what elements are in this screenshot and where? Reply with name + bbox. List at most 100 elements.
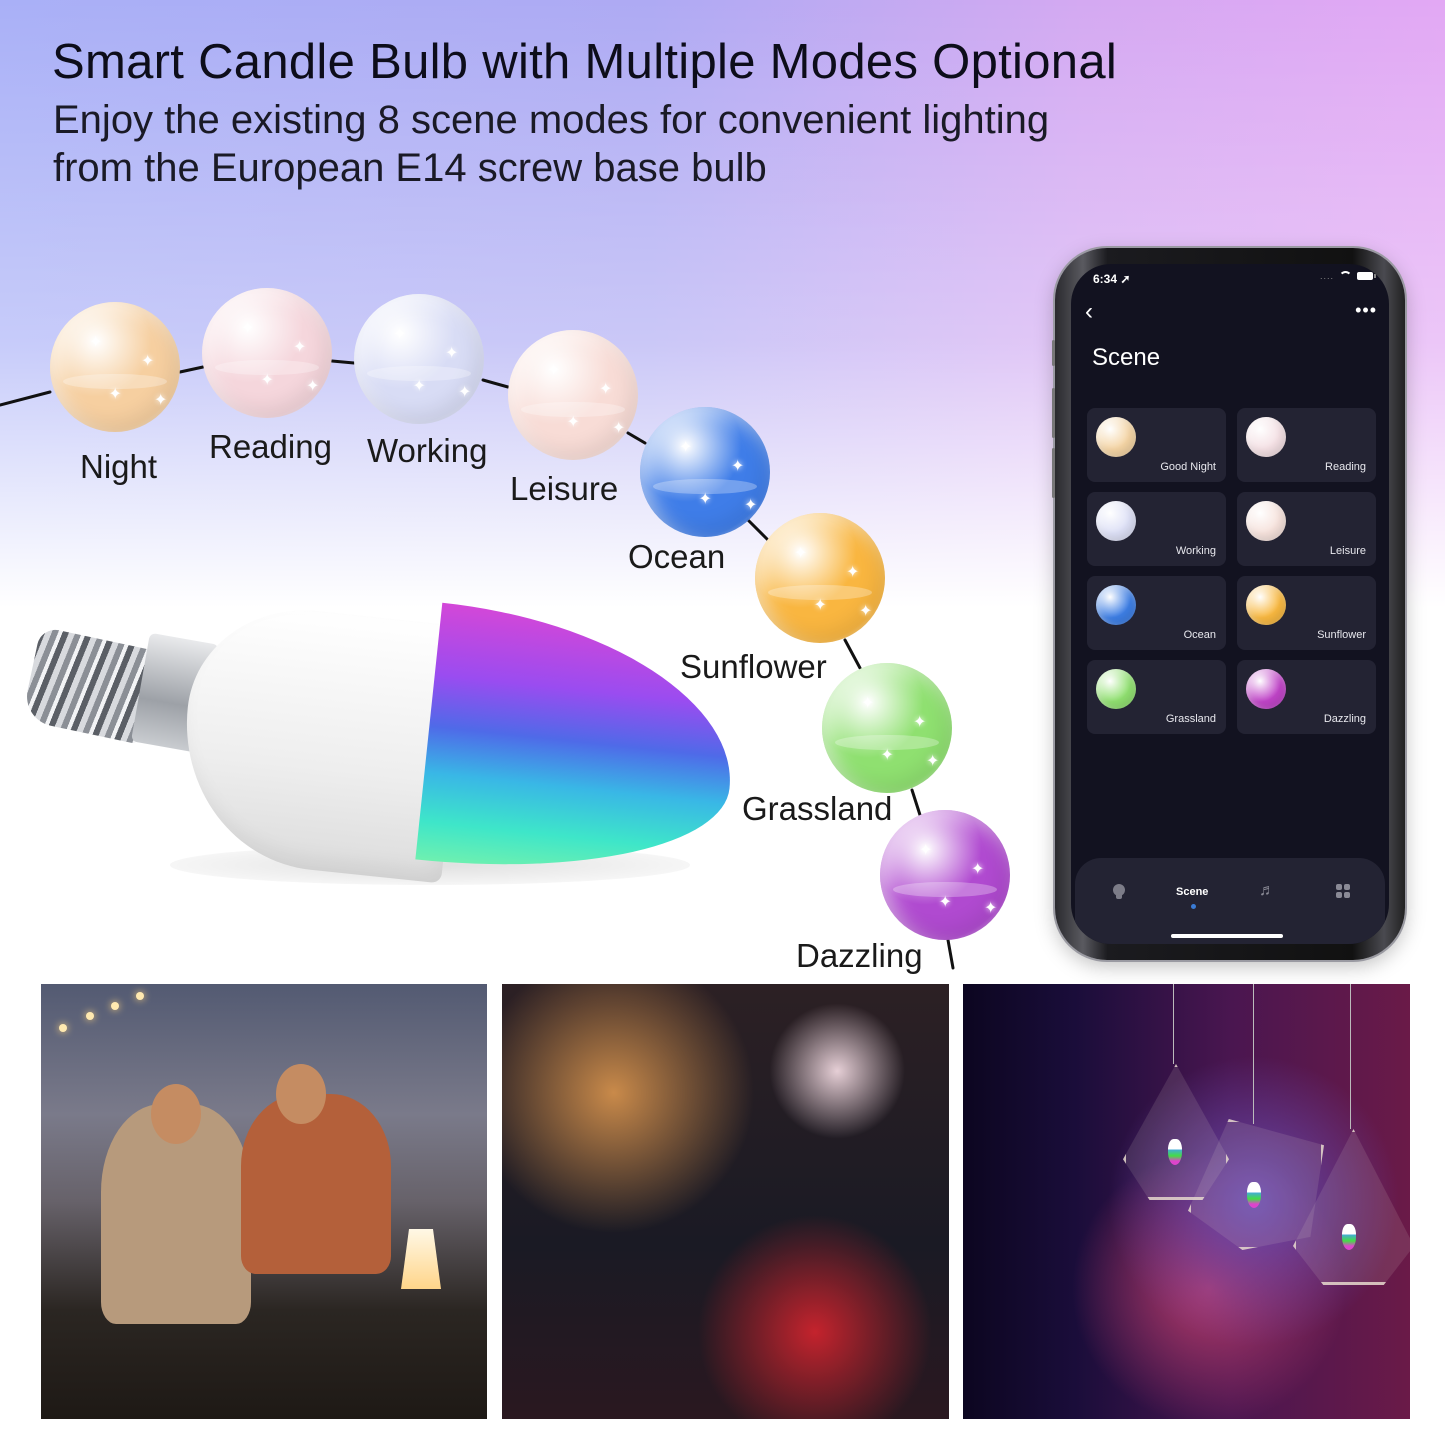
sparkle-icon: ✦: [861, 694, 875, 712]
sparkle-icon: ✦: [306, 378, 320, 395]
sparkle-icon: ✦: [293, 339, 307, 356]
scene-color-swatch: [1246, 501, 1286, 541]
tab-more[interactable]: [1336, 884, 1350, 898]
sparkle-icon: ✦: [108, 385, 122, 403]
scene-color-swatch: [1096, 501, 1136, 541]
table-lamp: [401, 1229, 441, 1289]
scene-color-swatch: [1246, 669, 1286, 709]
wifi-icon: [1339, 271, 1352, 281]
scene-orb-label: Ocean: [628, 538, 726, 575]
scene-card-leisure[interactable]: Leisure: [1237, 492, 1376, 566]
sparkle-icon: ✦: [679, 438, 693, 456]
sparkle-icon: ✦: [859, 603, 873, 620]
sparkle-icon: ✦: [89, 333, 103, 351]
status-time: 6:34 ➚: [1093, 272, 1131, 286]
scene-card-label: Ocean: [1183, 629, 1216, 641]
mute-switch: [1052, 340, 1055, 366]
scene-card-ocean[interactable]: Ocean: [1087, 576, 1226, 650]
scene-card-label: Working: [1175, 545, 1216, 557]
rgb-candle-bulb: [1342, 1224, 1356, 1250]
battery-icon: [1357, 272, 1376, 280]
sparkle-icon: ✦: [393, 325, 407, 343]
bulb-icon: [1113, 884, 1125, 899]
scene-grid: Good Night Reading Working Leisure Ocean Sunf…: [1087, 408, 1376, 734]
scene-orb-grassland: ✦ ✦ ✦ ✦: [822, 663, 952, 793]
pendant-cord: [1253, 984, 1254, 1124]
scene-orb-label: Night: [80, 448, 158, 485]
scene-orb-label: Leisure: [510, 470, 619, 507]
scene-orb-label: Reading: [209, 428, 332, 465]
scene-orb-working: ✦ ✦ ✦ ✦: [354, 294, 484, 424]
sparkle-icon: ✦: [445, 345, 459, 362]
phone-screen: 6:34 ➚ .... ‹ ••• Scene Good Night Readin…: [1071, 264, 1389, 944]
scene-page-title: Scene: [1092, 344, 1161, 371]
smartphone: 6:34 ➚ .... ‹ ••• Scene Good Night Readin…: [1052, 248, 1405, 960]
sparkle-icon: ✦: [846, 564, 860, 581]
sparkle-icon: ✦: [984, 900, 998, 917]
grid-icon: [1336, 884, 1350, 898]
scene-orb-label: Dazzling: [796, 937, 923, 974]
tab-music[interactable]: ♬: [1259, 882, 1275, 900]
scene-orb-dazzling: ✦ ✦ ✦ ✦: [880, 810, 1010, 940]
scene-card-label: Leisure: [1329, 545, 1366, 557]
scene-color-swatch: [1246, 417, 1286, 457]
scene-orb-sunflower: ✦ ✦ ✦ ✦: [755, 513, 885, 643]
scene-color-swatch: [1096, 669, 1136, 709]
photo-bar-bokeh-scene: [502, 984, 949, 1419]
scene-color-swatch: [1246, 585, 1286, 625]
sparkle-icon: ✦: [794, 544, 808, 562]
sparkle-icon: ✦: [241, 319, 255, 337]
sparkle-icon: ✦: [698, 490, 712, 508]
sparkle-icon: ✦: [612, 420, 626, 437]
scene-card-sunflower[interactable]: Sunflower: [1237, 576, 1376, 650]
tab-scene[interactable]: Scene: [1176, 886, 1208, 898]
tab-bulb[interactable]: [1113, 884, 1125, 899]
scene-color-swatch: [1096, 585, 1136, 625]
location-arrow-icon: ➚: [1120, 272, 1131, 286]
photo-camping-scene: [41, 984, 487, 1419]
photo-pendant-lights-scene: [963, 984, 1410, 1419]
active-tab-indicator: [1191, 904, 1196, 909]
sparkle-icon: ✦: [412, 377, 426, 395]
volume-down-button: [1052, 448, 1055, 498]
scene-card-label: Grassland: [1165, 713, 1216, 725]
home-indicator: [1171, 934, 1283, 938]
scene-card-grassland[interactable]: Grassland: [1087, 660, 1226, 734]
scene-orb-ocean: ✦ ✦ ✦ ✦: [640, 407, 770, 537]
sparkle-icon: ✦: [260, 371, 274, 389]
sparkle-icon: ✦: [599, 381, 613, 398]
scene-card-working[interactable]: Working: [1087, 492, 1226, 566]
scene-card-label: Dazzling: [1323, 713, 1366, 725]
scene-orb-label: Working: [367, 432, 488, 469]
pendant-cord: [1350, 984, 1351, 1129]
sparkle-icon: ✦: [566, 413, 580, 431]
sparkle-icon: ✦: [154, 392, 168, 409]
signal-icon: ....: [1319, 271, 1334, 281]
sparkle-icon: ✦: [744, 497, 758, 514]
scene-card-good-night[interactable]: Good Night: [1087, 408, 1226, 482]
bulb-rgb-dome: [415, 602, 746, 892]
candle-bulb-product: [20, 598, 746, 892]
rgb-candle-bulb: [1168, 1139, 1182, 1165]
sparkle-icon: ✦: [141, 353, 155, 370]
scene-card-dazzling[interactable]: Dazzling: [1237, 660, 1376, 734]
person-right: [241, 1094, 391, 1274]
scene-card-reading[interactable]: Reading: [1237, 408, 1376, 482]
status-icons: ....: [1319, 271, 1376, 281]
string-lights: [41, 984, 151, 1044]
more-options-button[interactable]: •••: [1355, 300, 1377, 321]
scene-card-label: Sunflower: [1317, 629, 1366, 641]
sparkle-icon: ✦: [731, 458, 745, 475]
rgb-candle-bulb: [1247, 1182, 1261, 1208]
person-right-head: [276, 1064, 326, 1124]
sparkle-icon: ✦: [926, 753, 940, 770]
scene-orb-night: ✦ ✦ ✦ ✦: [50, 302, 180, 432]
sparkle-icon: ✦: [458, 384, 472, 401]
bottom-tab-bar: Scene ♬: [1075, 858, 1385, 944]
scene-card-label: Reading: [1325, 461, 1366, 473]
back-button[interactable]: ‹: [1085, 298, 1093, 326]
scene-orb-leisure: ✦ ✦ ✦ ✦: [508, 330, 638, 460]
person-left-head: [151, 1084, 201, 1144]
sparkle-icon: ✦: [938, 893, 952, 911]
sparkle-icon: ✦: [913, 714, 927, 731]
